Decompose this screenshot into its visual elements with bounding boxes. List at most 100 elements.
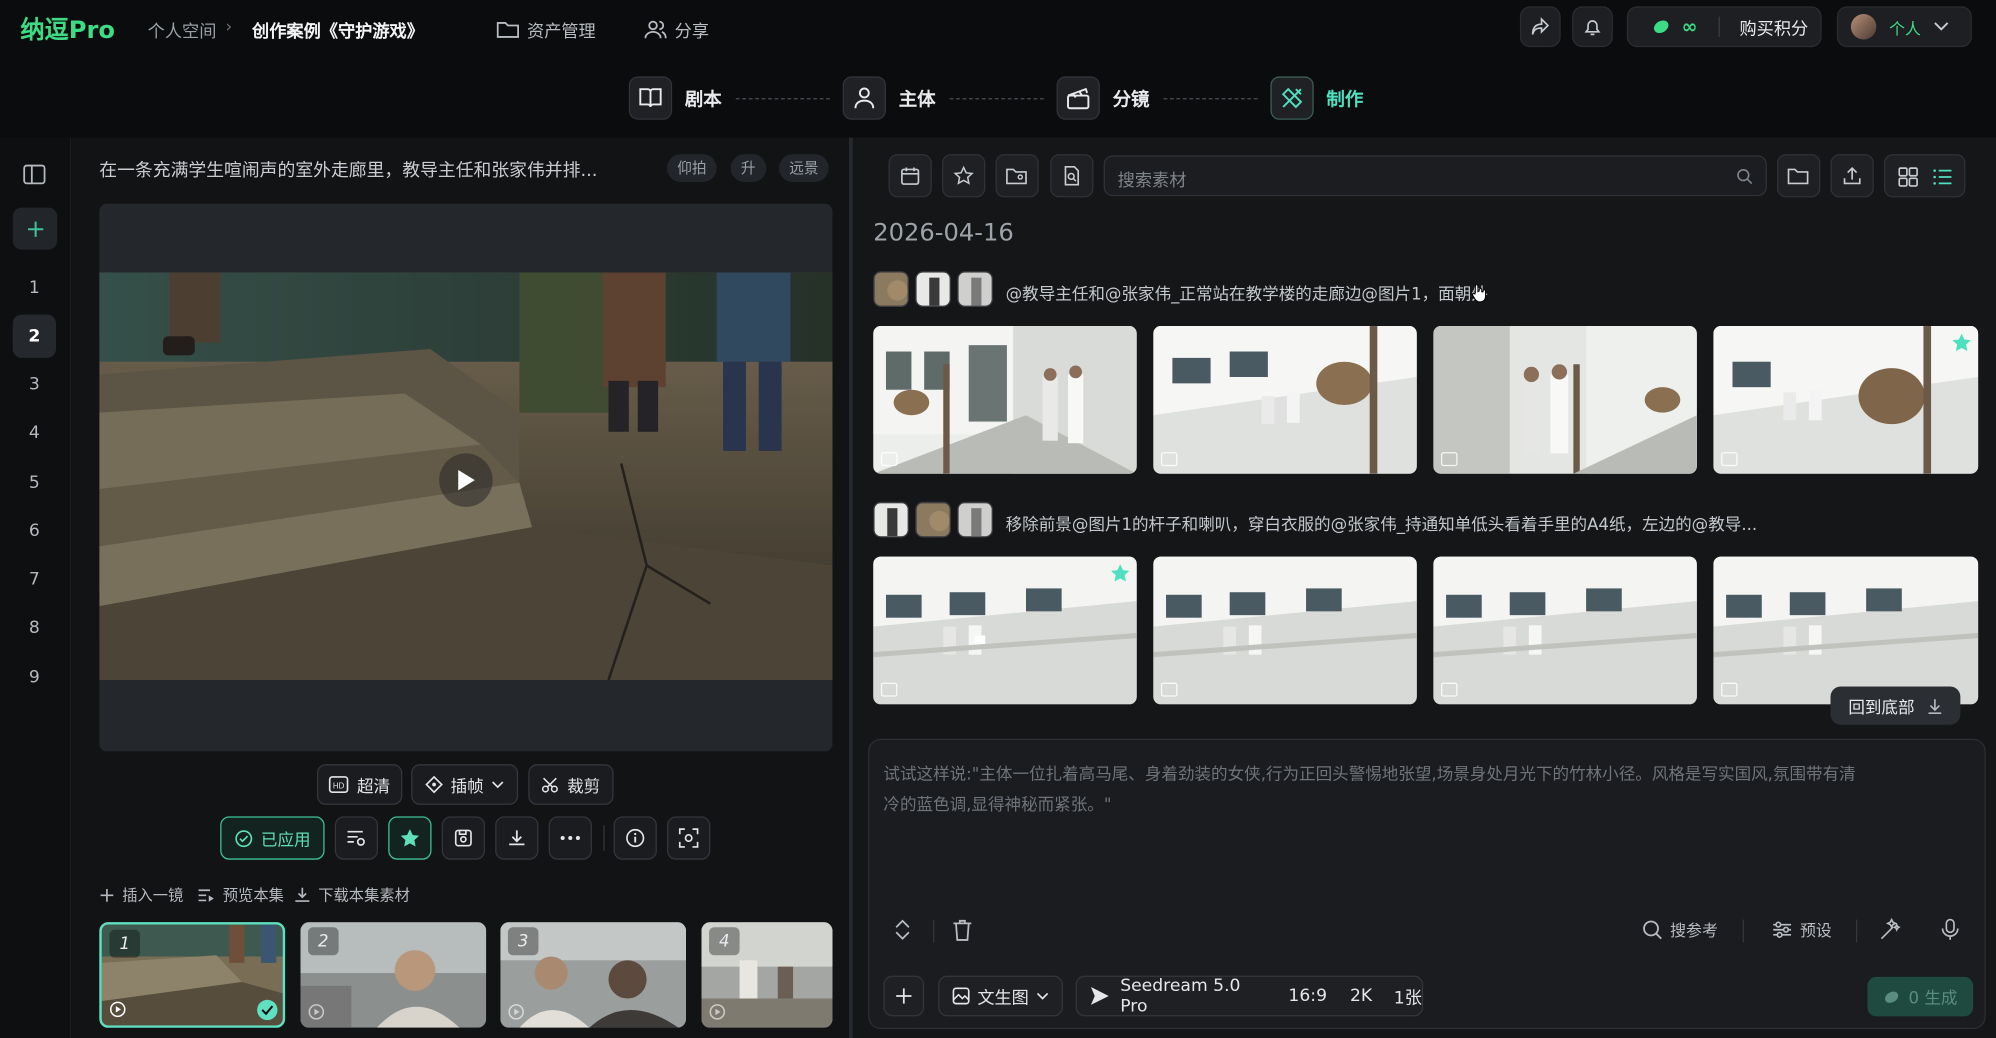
camera-angle-tag[interactable]: 仰拍 [667,154,717,183]
gallery-date: 2026-04-16 [873,219,1014,248]
share-button[interactable]: 分享 [644,17,709,42]
generated-image[interactable] [1153,556,1417,705]
more-button[interactable] [548,816,592,860]
shot-thumbnail[interactable]: 3 [500,922,687,1028]
hd-button[interactable]: HD 超清 [316,764,403,805]
shot-item-active[interactable]: 2 [12,314,57,358]
reference-avatar[interactable] [957,501,993,538]
generation-prompt[interactable]: 移除前景@图片1的杆子和喇叭，穿白衣服的@张家伟_持通知单低头看着手里的A4纸，… [1006,511,1770,535]
generated-image[interactable] [1713,556,1979,705]
book-icon [628,76,673,120]
shot-item[interactable]: 1 [13,266,56,309]
generated-image[interactable] [1153,326,1417,474]
reference-avatar[interactable] [873,271,909,307]
insert-shot-button[interactable]: 插入一镜 [99,884,183,906]
step-storyboard[interactable]: 分镜 [1056,76,1149,120]
file-search-button[interactable] [1050,154,1094,198]
calendar-filter-button[interactable] [888,154,932,198]
reference-avatar[interactable] [873,501,909,538]
breadcrumb-root[interactable]: 个人空间 [148,17,217,42]
search-reference-button[interactable]: 搜参考 [1642,917,1718,941]
notifications-button[interactable] [1572,6,1613,48]
breadcrumb-current[interactable]: 创作案例《守护游戏》 [252,17,424,42]
share-label: 分享 [674,21,710,43]
add-reference-button[interactable] [883,975,925,1017]
preview-episode-button[interactable]: 预览本集 [197,884,284,906]
generated-image[interactable] [1713,326,1979,474]
frame-interp-dropdown[interactable]: 插帧 [411,764,519,805]
buy-credits-button[interactable]: 购买积分 [1739,14,1808,39]
shot-thumbnail-active[interactable]: 1 [99,922,286,1028]
generate-button[interactable]: 0 生成 [1867,976,1974,1017]
folder-icon [1787,168,1809,185]
back-to-bottom-button[interactable]: 回到底部 [1830,686,1961,725]
prompt-textarea[interactable]: 试试这样说:"主体一位扎着高马尾、身着劲装的女侠,行为正回头警惕地张望,场景身处… [883,760,1968,821]
applied-button[interactable]: 已应用 [220,816,325,860]
step-production[interactable]: 制作 [1270,76,1363,120]
generation-prompt[interactable]: @教导主任和@张家伟_正常站在教学楼的走廊边@图片1，面朝外 [1006,280,1490,304]
user-menu[interactable]: 个人 [1836,6,1972,48]
download-episode-button[interactable]: 下载本集素材 [294,884,410,906]
microphone-icon[interactable] [1941,918,1959,941]
generated-image[interactable] [873,556,1137,705]
save-asset-button[interactable] [441,816,485,860]
shot-item[interactable]: 7 [13,558,56,601]
resolution-label[interactable]: 2K [1350,986,1372,1006]
shot-item[interactable]: 4 [13,411,56,454]
shot-thumbnail[interactable]: 4 [701,922,833,1028]
grid-view-icon[interactable] [1898,167,1918,187]
shot-item[interactable]: 9 [13,656,56,699]
app-logo[interactable]: 纳逗Pro [20,11,115,45]
share-export-button[interactable] [1519,6,1561,48]
generated-image[interactable] [873,326,1137,474]
tools-icon [1270,76,1314,120]
search-input[interactable]: 搜索素材 [1103,155,1767,197]
shot-thumbnail[interactable]: 2 [300,922,487,1028]
open-folder-button[interactable] [1777,154,1821,198]
composer-divider [1742,919,1744,943]
reference-avatar[interactable] [915,501,951,538]
video-player[interactable] [99,203,833,752]
shot-item[interactable]: 8 [13,606,56,649]
info-button[interactable] [613,816,657,860]
generated-image[interactable] [1433,326,1697,474]
generated-image[interactable] [1433,556,1697,705]
image-count-label[interactable]: 1张 [1394,983,1422,1008]
aspect-ratio-label[interactable]: 16:9 [1288,986,1327,1006]
add-shot-button[interactable] [12,207,58,250]
reference-avatar[interactable] [957,271,993,307]
subject-filter-button[interactable] [995,154,1039,198]
scene-description[interactable]: 在一条充满学生喧闹声的室外走廊里，教导主任和张家伟并排... [99,157,651,182]
favorited-star-icon[interactable] [1110,563,1130,583]
mode-dropdown[interactable]: 文生图 [938,975,1063,1017]
play-button[interactable] [439,453,493,507]
upload-button[interactable] [1830,154,1874,198]
shot-size-tag[interactable]: 远景 [779,154,829,183]
reference-avatar[interactable] [915,271,951,307]
shot-item[interactable]: 3 [13,363,56,406]
preset-button[interactable]: 预设 [1772,917,1832,941]
screenshot-button[interactable] [667,816,711,860]
shot-item[interactable]: 5 [13,461,56,504]
list-view-icon[interactable] [1932,167,1952,187]
favorites-filter-button[interactable] [941,154,986,198]
download-button[interactable] [495,816,539,860]
asset-management-button[interactable]: 资产管理 [496,17,596,42]
model-settings[interactable]: Seedream 5.0 Pro 16:9 2K 1张 [1075,975,1424,1017]
step-subject[interactable]: 主体 [842,76,936,120]
expand-icon[interactable] [892,918,912,941]
sidebar-toggle-icon[interactable] [23,164,46,185]
shot-item[interactable]: 6 [13,509,56,552]
credits-widget[interactable]: ∞ 购买积分 [1626,6,1822,48]
favorited-star-icon[interactable] [1951,332,1971,352]
prompt-view-button[interactable] [334,816,379,860]
trash-icon[interactable] [952,918,972,941]
crop-button[interactable]: 裁剪 [528,764,614,805]
magic-wand-icon[interactable] [1879,918,1902,941]
hd-label: 超清 [357,777,391,797]
chevron-down-icon [492,780,504,788]
favorite-button[interactable] [388,816,432,860]
camera-move-tag[interactable]: 升 [730,154,766,183]
selected-check-icon [257,999,278,1021]
step-script[interactable]: 剧本 [628,76,722,120]
